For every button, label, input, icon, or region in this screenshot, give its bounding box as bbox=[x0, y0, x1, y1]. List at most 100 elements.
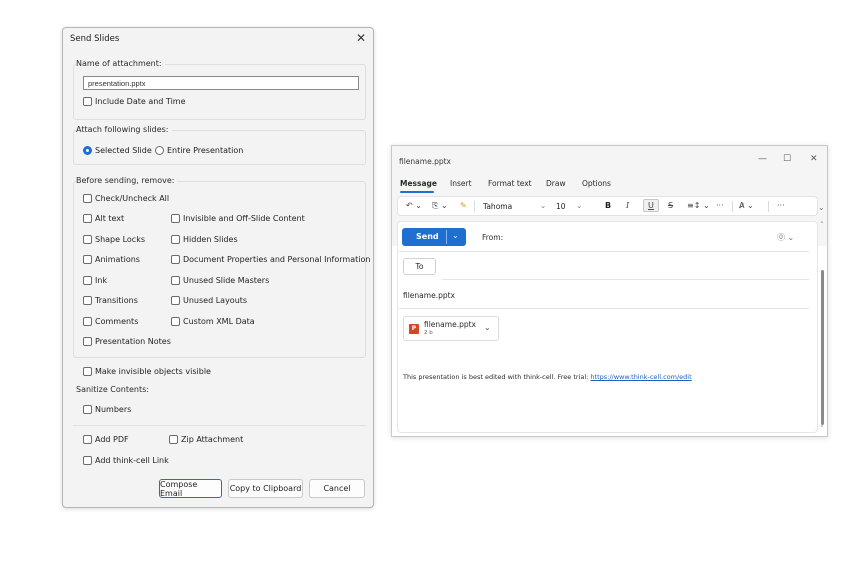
checkbox-box bbox=[83, 214, 92, 223]
undo-icon[interactable]: ↶ ⌄ bbox=[406, 201, 422, 210]
remove-option-label: Comments bbox=[95, 317, 139, 326]
attachment-card[interactable]: P filename.pptx 2 b ⌄ bbox=[403, 316, 499, 341]
minimize-icon[interactable]: — bbox=[758, 154, 767, 164]
chevron-down-icon[interactable]: ⌄ bbox=[452, 231, 459, 240]
close-icon[interactable]: ✕ bbox=[810, 154, 818, 164]
include-date-time-label: Include Date and Time bbox=[95, 97, 186, 106]
tab-draw[interactable]: Draw bbox=[546, 179, 566, 188]
body-text: This presentation is best edited with th… bbox=[403, 373, 591, 381]
include-date-time-checkbox[interactable]: Include Date and Time bbox=[83, 97, 186, 106]
chevron-down-icon: ⌄ bbox=[576, 201, 583, 210]
tab-format-text[interactable]: Format text bbox=[488, 179, 532, 188]
powerpoint-icon: P bbox=[409, 324, 419, 334]
check-uncheck-all-label: Check/Uncheck All bbox=[95, 194, 170, 203]
remove-option-label: Unused Layouts bbox=[183, 296, 248, 305]
remove-option-label: Ink bbox=[95, 276, 108, 285]
styles-icon[interactable]: A̷ ⌄ bbox=[739, 201, 754, 210]
help-icon[interactable]: ⓪ ⌄ bbox=[777, 232, 794, 243]
add-pdf-checkbox[interactable]: Add PDF bbox=[83, 435, 129, 444]
ribbon-toolbar: ↶ ⌄ ⎘ ⌄ ✎ Tahoma ⌄ 10 ⌄ B I U S ≡↕ ⌄ ···… bbox=[397, 196, 818, 216]
remove-unused-layouts-checkbox[interactable]: Unused Layouts bbox=[171, 296, 247, 305]
strikethrough-icon[interactable]: S bbox=[668, 201, 673, 210]
remove-document-properties-checkbox[interactable]: Document Properties and Personal Informa… bbox=[171, 255, 370, 264]
send-divider bbox=[446, 230, 447, 244]
make-invisible-visible-label: Make invisible objects visible bbox=[95, 367, 211, 376]
font-size-select[interactable]: 10 ⌄ bbox=[554, 200, 584, 213]
selected-slide-label: Selected Slide bbox=[95, 146, 152, 155]
remove-invisible-content-checkbox[interactable]: Invisible and Off-Slide Content bbox=[171, 214, 305, 223]
underline-icon[interactable]: U bbox=[643, 199, 659, 212]
remove-option-label: Presentation Notes bbox=[95, 337, 171, 346]
remove-option-label: Invisible and Off-Slide Content bbox=[183, 214, 305, 223]
checkbox-box bbox=[171, 317, 180, 326]
ribbon-collapse-icon[interactable]: ⌄ bbox=[818, 203, 825, 212]
send-button[interactable]: Send ⌄ bbox=[402, 228, 466, 246]
scrollbar[interactable] bbox=[821, 270, 824, 425]
remove-hidden-slides-checkbox[interactable]: Hidden Slides bbox=[171, 235, 238, 244]
close-icon[interactable]: ✕ bbox=[356, 31, 366, 45]
window-title: filename.pptx bbox=[399, 157, 451, 166]
message-body[interactable]: This presentation is best edited with th… bbox=[403, 373, 692, 381]
compose-email-button[interactable]: Compose Email bbox=[159, 479, 222, 498]
remove-alt-text-checkbox[interactable]: Alt text bbox=[83, 214, 124, 223]
scroll-down-icon[interactable]: ˅ bbox=[820, 425, 824, 433]
from-label[interactable]: From: bbox=[482, 233, 503, 242]
zip-attachment-checkbox[interactable]: Zip Attachment bbox=[169, 435, 243, 444]
more-icon[interactable]: ··· bbox=[716, 201, 724, 210]
remove-option-label: Transitions bbox=[95, 296, 138, 305]
tab-message[interactable]: Message bbox=[400, 179, 437, 188]
italic-icon[interactable]: I bbox=[626, 201, 629, 210]
outlook-compose-window: filename.pptx — ☐ ✕ Message Insert Forma… bbox=[391, 145, 828, 437]
separator bbox=[768, 201, 769, 212]
add-pdf-label: Add PDF bbox=[95, 435, 129, 444]
remove-presentation-notes-checkbox[interactable]: Presentation Notes bbox=[83, 337, 171, 346]
checkbox-box bbox=[171, 296, 180, 305]
divider bbox=[442, 279, 809, 280]
remove-unused-masters-checkbox[interactable]: Unused Slide Masters bbox=[171, 276, 269, 285]
paste-icon[interactable]: ⎘ ⌄ bbox=[432, 201, 448, 211]
remove-comments-checkbox[interactable]: Comments bbox=[83, 317, 138, 326]
remove-ink-checkbox[interactable]: Ink bbox=[83, 276, 107, 285]
copy-to-clipboard-button[interactable]: Copy to Clipboard bbox=[228, 479, 303, 498]
sanitize-numbers-checkbox[interactable]: Numbers bbox=[83, 405, 131, 414]
divider bbox=[399, 251, 809, 252]
remove-animations-checkbox[interactable]: Animations bbox=[83, 255, 140, 264]
entire-presentation-radio[interactable]: Entire Presentation bbox=[155, 146, 243, 155]
separator bbox=[474, 201, 475, 212]
check-uncheck-all-checkbox[interactable]: Check/Uncheck All bbox=[83, 194, 169, 203]
font-family-select[interactable]: Tahoma ⌄ bbox=[480, 200, 548, 213]
to-button[interactable]: To bbox=[403, 258, 436, 275]
font-size-value: 10 bbox=[556, 202, 566, 211]
bold-icon[interactable]: B bbox=[605, 201, 611, 210]
checkbox-box bbox=[83, 276, 92, 285]
remove-option-label: Alt text bbox=[95, 214, 125, 223]
remove-transitions-checkbox[interactable]: Transitions bbox=[83, 296, 138, 305]
more-icon[interactable]: ··· bbox=[777, 201, 785, 210]
remove-option-label: Shape Locks bbox=[95, 235, 146, 244]
think-cell-link[interactable]: https://www.think-cell.com/edit bbox=[590, 373, 691, 381]
format-painter-icon[interactable]: ✎ bbox=[460, 201, 467, 210]
checkbox-box bbox=[83, 367, 92, 376]
list-icon[interactable]: ≡↕ ⌄ bbox=[687, 201, 710, 210]
cancel-button[interactable]: Cancel bbox=[309, 479, 365, 498]
remove-option-label: Custom XML Data bbox=[183, 317, 255, 326]
font-family-value: Tahoma bbox=[483, 202, 513, 211]
tab-insert[interactable]: Insert bbox=[450, 179, 472, 188]
chevron-down-icon[interactable]: ⌄ bbox=[484, 323, 491, 332]
add-think-cell-link-checkbox[interactable]: Add think-cell Link bbox=[83, 456, 169, 465]
tab-options[interactable]: Options bbox=[582, 179, 611, 188]
checkbox-box bbox=[83, 456, 92, 465]
make-invisible-visible-checkbox[interactable]: Make invisible objects visible bbox=[83, 367, 211, 376]
sanitize-numbers-label: Numbers bbox=[95, 405, 132, 414]
remove-custom-xml-checkbox[interactable]: Custom XML Data bbox=[171, 317, 255, 326]
attachment-name-input[interactable] bbox=[83, 76, 359, 90]
scroll-up-icon[interactable]: ˄ bbox=[820, 221, 824, 229]
checkbox-box bbox=[83, 255, 92, 264]
selected-slide-radio[interactable]: Selected Slide bbox=[83, 146, 152, 155]
maximize-icon[interactable]: ☐ bbox=[783, 154, 791, 164]
subject-field[interactable]: filename.pptx bbox=[403, 291, 455, 300]
checkbox-box bbox=[83, 317, 92, 326]
attachment-name-group bbox=[73, 64, 366, 120]
remove-shape-locks-checkbox[interactable]: Shape Locks bbox=[83, 235, 145, 244]
divider bbox=[399, 308, 809, 309]
